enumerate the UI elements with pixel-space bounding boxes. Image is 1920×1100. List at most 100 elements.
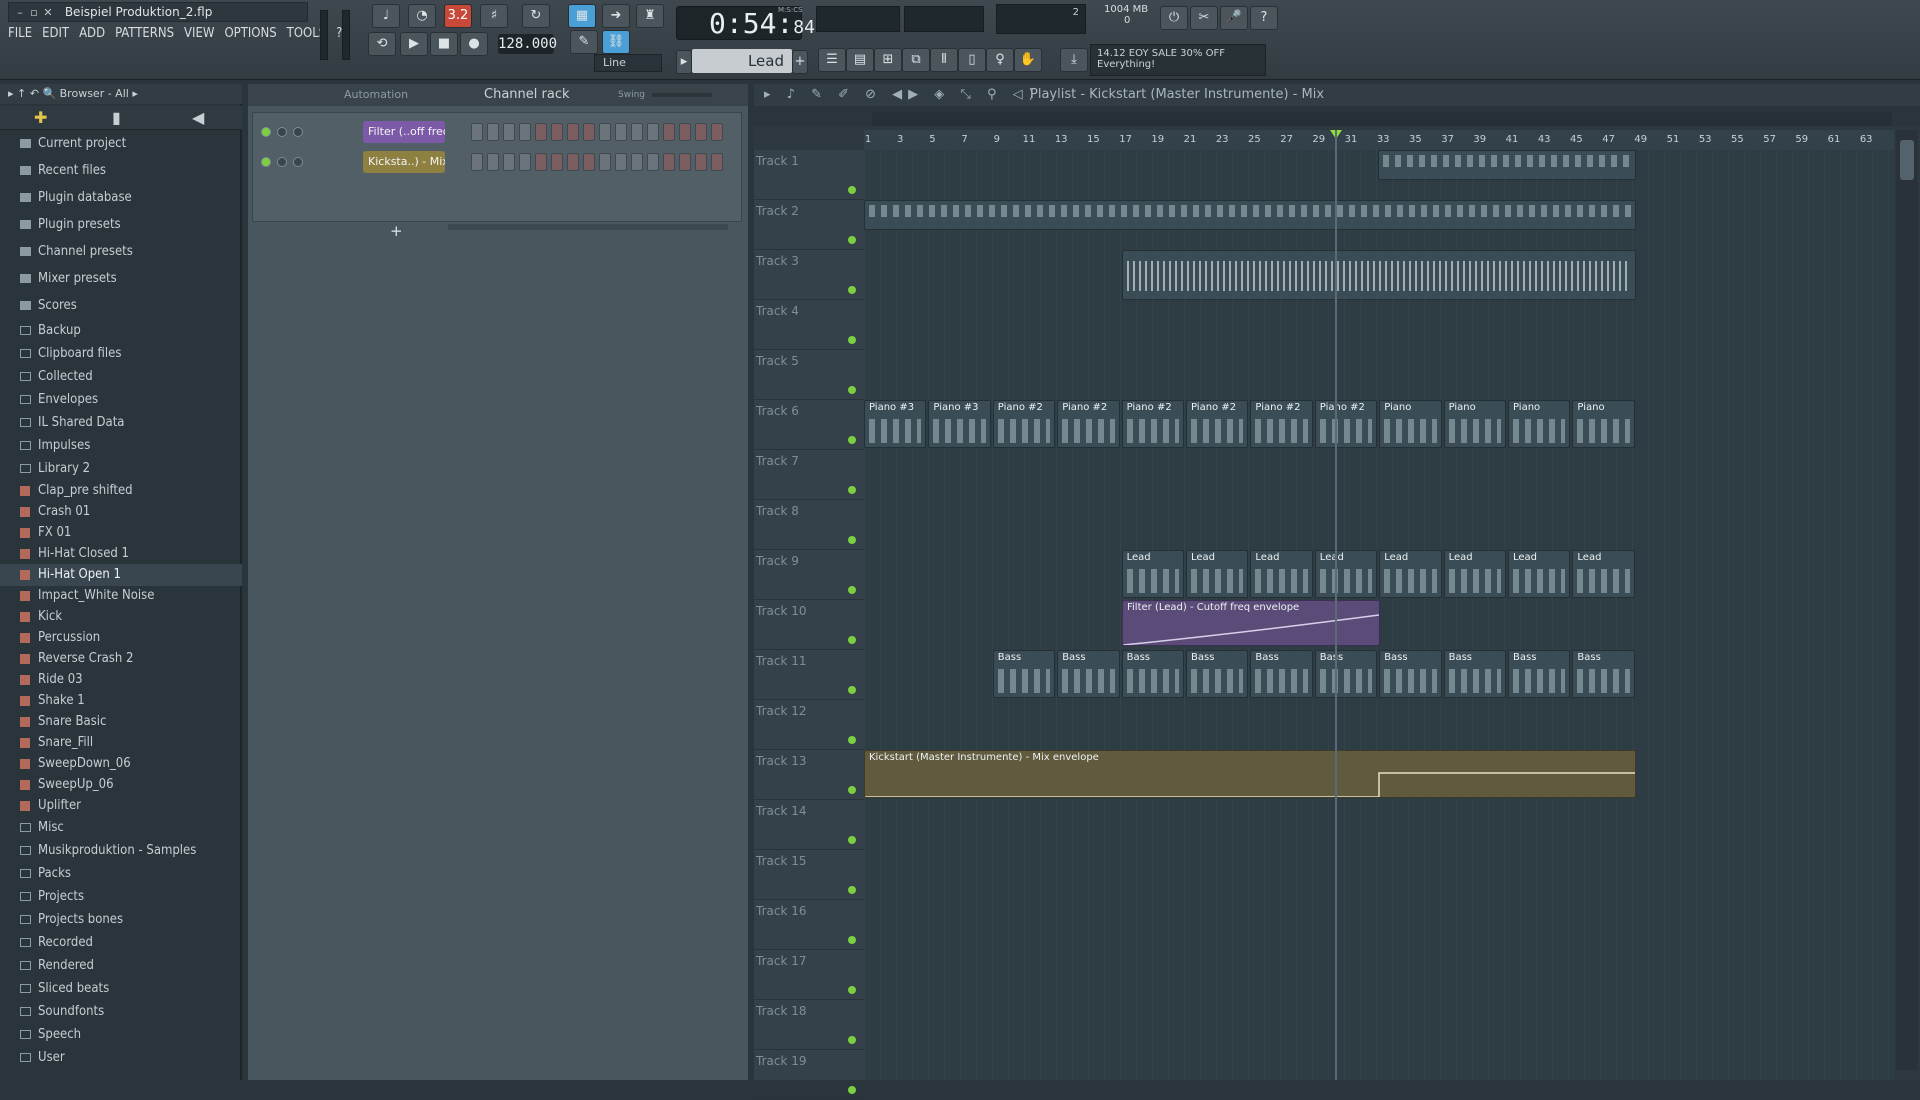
tempo-display[interactable]: 128.000 (498, 34, 557, 54)
pattern-prev-icon[interactable]: ▸ (676, 50, 692, 74)
pattern-add-icon[interactable]: + (792, 50, 808, 74)
pattern-clip[interactable]: Lead (1186, 550, 1249, 598)
step-button[interactable] (519, 123, 531, 141)
browser-item[interactable]: Speech (0, 1024, 242, 1046)
track-header[interactable]: Track 8 (754, 500, 864, 550)
countdown-icon[interactable]: 3.2 (444, 4, 472, 28)
stop-button[interactable]: ■ (430, 32, 458, 56)
pattern-clip[interactable]: Bass (1057, 650, 1120, 698)
restore-icon[interactable]: ▫ (27, 6, 41, 19)
browser-item[interactable]: Ride 03 (0, 669, 242, 691)
pattern-clip[interactable]: Bass (1443, 650, 1506, 698)
pattern-clip[interactable]: Piano #2 (1186, 400, 1249, 448)
step-button[interactable] (583, 123, 595, 141)
pattern-clip[interactable]: Bass (1314, 650, 1378, 698)
step-button[interactable] (711, 123, 723, 141)
project-info-icon[interactable]: ▯ (958, 48, 986, 72)
track-header[interactable]: Track 16 (754, 900, 864, 950)
track-header[interactable]: Track 4 (754, 300, 864, 350)
plugin-icon[interactable]: ✂ (1190, 6, 1218, 30)
browser-item[interactable]: Scores (0, 295, 242, 317)
playlist-icon[interactable]: ☰ (818, 48, 846, 72)
pattern-clip[interactable]: Piano (1572, 400, 1635, 448)
play-button[interactable]: ▶ (400, 32, 428, 56)
channel-name-button[interactable]: Kicksta..) - Mix (363, 151, 445, 173)
browser-item[interactable]: Plugin database (0, 187, 242, 209)
browser-item[interactable]: Hi-Hat Open 1 (0, 564, 242, 586)
record-button[interactable]: ● (460, 32, 488, 56)
browser-icon[interactable]: ⫴ (930, 48, 958, 72)
step-button[interactable] (503, 123, 515, 141)
track-header[interactable]: Track 15 (754, 850, 864, 900)
step-button[interactable] (567, 153, 579, 171)
piano-roll-icon[interactable]: ⊞ (874, 48, 902, 72)
browser-item[interactable]: Clap_pre shifted (0, 480, 242, 502)
browser-item[interactable]: Library 2 (0, 458, 242, 480)
track-mute-icon[interactable] (848, 886, 856, 894)
menu-file[interactable]: FILE (8, 26, 32, 41)
channel-rack-icon[interactable]: ▤ (846, 48, 874, 72)
browser-item[interactable]: Soundfonts (0, 1001, 242, 1023)
browser-header[interactable]: ▸ ↑ ↶ 🔍 Browser - All ▸ (0, 84, 242, 104)
playlist-toolbar-icons[interactable]: ▸ ♪ ✎ ✐ ⊘ ◀▶ ◈ ⤡ ⚲ ◁) (764, 84, 1040, 106)
menu-add[interactable]: ADD (79, 26, 105, 41)
vertical-scrollbar[interactable] (1896, 130, 1918, 1070)
pattern-clip[interactable]: Lead (1508, 550, 1571, 598)
pattern-clip[interactable]: Piano (1443, 400, 1506, 448)
track-header[interactable]: Track 11 (754, 650, 864, 700)
browser-item[interactable]: Projects bones (0, 909, 242, 931)
menu-view[interactable]: VIEW (184, 26, 214, 41)
track-mute-icon[interactable] (848, 386, 856, 394)
touch-controller-icon[interactable]: ✋ (1014, 48, 1042, 72)
track-mute-icon[interactable] (848, 1086, 856, 1094)
pattern-clip[interactable]: Piano #2 (1121, 400, 1184, 448)
track-header[interactable]: Track 13 (754, 750, 864, 800)
step-button[interactable] (519, 153, 531, 171)
browser-item[interactable]: Recent files (0, 160, 242, 182)
pattern-clip[interactable]: Piano #3 (864, 400, 927, 448)
timeline-ruler[interactable]: 1 3 5 7 9 11 13 15 17 19 21 23 25 27 29 31 33 35 37 39 41 43 4… (864, 130, 1894, 150)
pattern-clip[interactable]: Bass (1572, 650, 1635, 698)
close-icon[interactable]: ✕ (41, 6, 55, 19)
arrow-icon[interactable]: ➜ (602, 4, 630, 28)
browser-item[interactable]: Impact_White Noise (0, 585, 242, 607)
track-mute-icon[interactable] (848, 286, 856, 294)
browser-item[interactable]: Rendered (0, 955, 242, 977)
step-button[interactable] (631, 123, 643, 141)
browser-item[interactable]: Backup (0, 320, 242, 342)
pencil-icon[interactable]: ✎ (570, 30, 598, 54)
browser-item[interactable]: Misc (0, 817, 242, 839)
mute-led-icon[interactable] (261, 127, 271, 137)
track-mute-icon[interactable] (848, 436, 856, 444)
snap-selector[interactable]: Line (594, 54, 662, 72)
online-icon[interactable]: ⏻ (1160, 6, 1188, 30)
pattern-clip[interactable]: Bass (1250, 650, 1313, 698)
pattern-clip[interactable]: Lead (1250, 550, 1313, 598)
browser-item[interactable]: Clipboard files (0, 343, 242, 365)
pattern-clip[interactable]: Bass (1379, 650, 1442, 698)
step-button[interactable] (711, 153, 723, 171)
knob-icon[interactable] (277, 127, 287, 137)
channel-name-button[interactable]: Filter (..off freq (363, 121, 445, 143)
mute-led-icon[interactable] (261, 157, 271, 167)
browser-item[interactable]: Recorded (0, 932, 242, 954)
plugin-picker-icon[interactable]: ♀ (986, 48, 1014, 72)
browser-item[interactable]: Crash 01 (0, 501, 242, 523)
pattern-clip[interactable]: Piano #2 (1314, 400, 1378, 448)
track-header[interactable]: Track 6 (754, 400, 864, 450)
pattern-clip[interactable]: Lead (1121, 550, 1184, 598)
step-button[interactable] (487, 153, 499, 171)
download-icon[interactable]: ⤓ (1060, 48, 1088, 72)
browser-item[interactable]: Sliced beats (0, 978, 242, 1000)
track-header[interactable]: Track 2 (754, 200, 864, 250)
link-icon[interactable]: ⛓ (602, 30, 630, 54)
step-button[interactable] (471, 123, 483, 141)
browser-item[interactable]: Snare_Fill (0, 732, 242, 754)
step-button[interactable] (535, 153, 547, 171)
pattern-clip[interactable]: Lead (1379, 550, 1442, 598)
pattern-clip[interactable]: Bass (992, 650, 1056, 698)
loop-icon[interactable]: ⟲ (368, 32, 396, 56)
channel-rack-scrollbar[interactable] (448, 224, 728, 230)
step-button[interactable] (551, 153, 563, 171)
step-button[interactable] (599, 153, 611, 171)
